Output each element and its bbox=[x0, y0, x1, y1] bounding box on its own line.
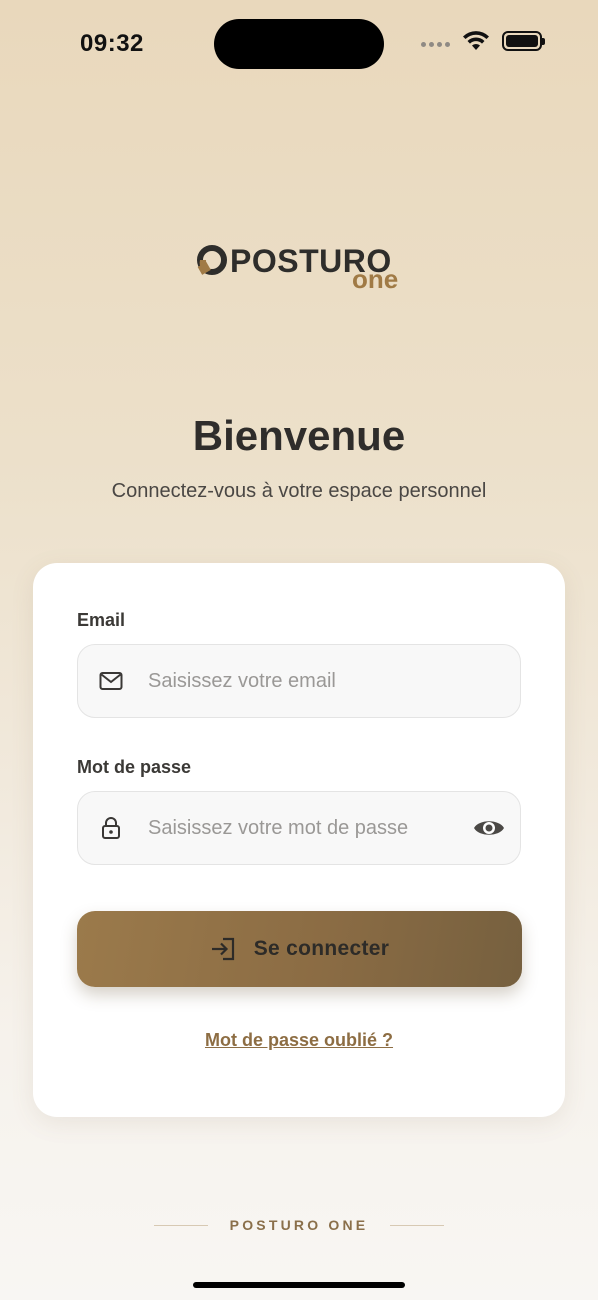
wifi-icon bbox=[463, 31, 489, 50]
mail-icon bbox=[98, 668, 124, 694]
password-input[interactable] bbox=[148, 792, 472, 864]
footer-divider-left bbox=[153, 1224, 208, 1226]
battery-icon bbox=[502, 31, 545, 51]
signal-dots-icon bbox=[421, 41, 450, 47]
home-indicator[interactable] bbox=[193, 1282, 405, 1288]
footer: POSTURO ONE bbox=[0, 1217, 598, 1233]
lock-icon bbox=[98, 815, 124, 841]
email-field[interactable] bbox=[77, 644, 521, 718]
status-icons bbox=[421, 30, 545, 52]
footer-divider-right bbox=[390, 1224, 445, 1226]
status-time: 09:32 bbox=[80, 30, 144, 57]
login-button[interactable]: Se connecter bbox=[77, 911, 522, 987]
eye-icon[interactable] bbox=[472, 811, 506, 845]
dynamic-island bbox=[214, 19, 384, 69]
logo-subword: one bbox=[352, 264, 399, 294]
email-input[interactable] bbox=[148, 645, 520, 717]
login-card: Email Mot de passe bbox=[33, 563, 565, 1117]
password-label: Mot de passe bbox=[77, 757, 192, 777]
brand-logo: POSTURO one bbox=[196, 240, 406, 295]
page-subtitle: Connectez-vous à votre espace personnel bbox=[111, 480, 487, 502]
email-label: Email bbox=[77, 610, 126, 630]
password-field[interactable] bbox=[77, 791, 521, 865]
login-icon bbox=[211, 937, 234, 961]
logo-mark-icon bbox=[197, 245, 227, 275]
footer-brand: POSTURO ONE bbox=[229, 1217, 369, 1233]
forgot-password-link[interactable]: Mot de passe oublié ? bbox=[33, 1030, 565, 1051]
login-button-label: Se connecter bbox=[253, 937, 390, 960]
page-title: Bienvenue bbox=[192, 412, 406, 459]
status-bar: 09:32 bbox=[0, 0, 598, 90]
